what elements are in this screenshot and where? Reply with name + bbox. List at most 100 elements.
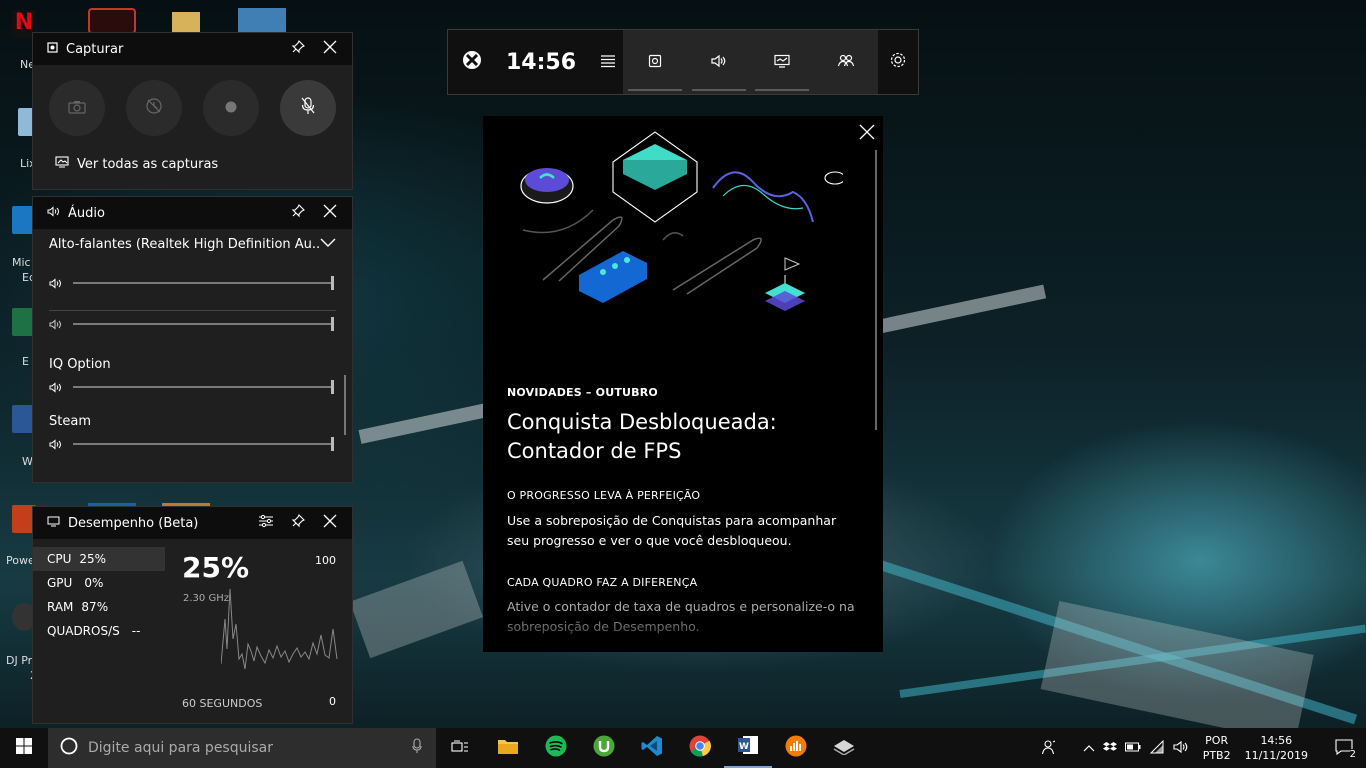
system-tray: POR PTB2 14:56 11/11/2019 2 xyxy=(1041,728,1366,768)
taskbar-spotify[interactable] xyxy=(532,728,580,768)
audio-device-select[interactable]: Alto-falantes (Realtek High Definition A… xyxy=(33,229,352,252)
app-volume-row xyxy=(33,435,352,453)
metric-label: RAM xyxy=(47,600,74,614)
capture-panel: Capturar Ver todas as capturas xyxy=(32,32,353,190)
options-button[interactable] xyxy=(254,511,278,535)
record-last-button[interactable] xyxy=(126,80,182,136)
section-body: Use a sobreposição de Conquistas para ac… xyxy=(507,513,837,548)
close-button[interactable] xyxy=(318,511,342,535)
task-view-button[interactable] xyxy=(436,728,484,768)
system-sounds-icon[interactable] xyxy=(49,315,63,334)
capture-widget-button[interactable] xyxy=(626,30,684,94)
iq-option-volume-slider[interactable] xyxy=(73,380,334,394)
language-indicator[interactable]: POR PTB2 xyxy=(1203,733,1231,763)
mic-off-icon xyxy=(300,97,316,119)
desktop-icon-label: Powe xyxy=(6,554,35,567)
metric-value: 87% xyxy=(81,600,109,614)
pin-button[interactable] xyxy=(286,37,310,61)
pin-icon xyxy=(291,40,305,58)
wifi-icon[interactable] xyxy=(1149,739,1165,757)
close-button[interactable] xyxy=(318,201,342,225)
action-center-button[interactable]: 2 xyxy=(1322,728,1366,768)
speaker-icon xyxy=(47,205,60,221)
keyboard-layout: PTB2 xyxy=(1202,749,1231,762)
performance-panel-title: Desempenho (Beta) xyxy=(68,515,199,531)
metric-ram[interactable]: RAM 87% xyxy=(33,595,165,619)
volume-icon[interactable] xyxy=(1173,740,1189,757)
folder-desktop-icon[interactable] xyxy=(172,12,200,34)
audio-scrollbar[interactable] xyxy=(344,375,346,435)
metric-fps[interactable]: QUADROS/S -- xyxy=(33,619,165,643)
steam-volume-slider[interactable] xyxy=(73,437,334,451)
iq-option-icon xyxy=(785,735,807,761)
slider-thumb[interactable] xyxy=(331,276,334,290)
audio-panel-header[interactable]: Áudio xyxy=(33,197,352,229)
game-bar-widgets xyxy=(623,30,878,94)
taskbar-vscode[interactable] xyxy=(628,728,676,768)
menu-icon[interactable] xyxy=(600,53,616,72)
capture-panel-title: Capturar xyxy=(66,41,124,57)
chevron-up-icon[interactable] xyxy=(1083,742,1095,755)
taskbar-utorrent[interactable] xyxy=(580,728,628,768)
vscode-icon xyxy=(641,735,663,761)
news-scrollbar[interactable] xyxy=(875,150,877,430)
fade-overlay xyxy=(483,612,883,652)
taskbar-app[interactable] xyxy=(820,728,868,768)
settings-button[interactable] xyxy=(878,30,918,94)
search-box[interactable]: Digite aqui para pesquisar xyxy=(48,728,436,768)
clock[interactable]: 14:56 11/11/2019 xyxy=(1245,733,1308,763)
mic-toggle-button[interactable] xyxy=(280,80,336,136)
speaker-icon[interactable] xyxy=(49,274,63,293)
dropbox-icon[interactable] xyxy=(1102,741,1117,756)
xbox-icon[interactable] xyxy=(462,50,482,74)
view-all-captures-link[interactable]: Ver todas as capturas xyxy=(33,136,352,172)
metric-gpu[interactable]: GPU 0% xyxy=(33,571,165,595)
taskbar-iq-option[interactable] xyxy=(772,728,820,768)
pin-button[interactable] xyxy=(286,201,310,225)
notification-count: 2 xyxy=(1349,749,1356,760)
taskbar-chrome[interactable] xyxy=(676,728,724,768)
master-volume-slider[interactable] xyxy=(73,276,334,290)
word-icon: W xyxy=(737,735,759,759)
performance-metric-list: CPU 25% GPU 0% RAM 87% QUADROS/S -- xyxy=(33,547,165,643)
metric-value: 25% xyxy=(79,552,107,566)
game-bar-home: 14:56 xyxy=(448,30,623,94)
screenshot-button[interactable] xyxy=(49,80,105,136)
taskbar-file-explorer[interactable] xyxy=(484,728,532,768)
app-name-steam: Steam xyxy=(49,414,91,429)
folder-icon xyxy=(497,737,519,759)
metric-cpu[interactable]: CPU 25% xyxy=(33,547,165,571)
performance-widget-button[interactable] xyxy=(753,30,811,94)
speaker-icon[interactable] xyxy=(49,435,63,454)
desktop-icon-label: Mic xyxy=(12,256,31,269)
close-button[interactable] xyxy=(859,124,875,144)
pin-icon xyxy=(291,514,305,532)
slider-thumb[interactable] xyxy=(331,380,334,394)
top-desktop-icon[interactable] xyxy=(88,8,136,34)
start-recording-button[interactable] xyxy=(203,80,259,136)
slider-thumb[interactable] xyxy=(331,437,334,451)
performance-panel-header[interactable]: Desempenho (Beta) xyxy=(33,507,352,539)
taskbar-word[interactable]: W xyxy=(724,728,772,768)
social-widget-button[interactable] xyxy=(817,30,875,94)
audio-widget-button[interactable] xyxy=(690,30,748,94)
microphone-icon[interactable] xyxy=(412,738,422,758)
news-panel: NOVIDADES – OUTUBRO Conquista Desbloquea… xyxy=(483,116,883,652)
divider xyxy=(49,310,336,311)
battery-icon[interactable] xyxy=(1124,742,1141,755)
capture-panel-header[interactable]: Capturar xyxy=(33,33,352,65)
system-volume-slider[interactable] xyxy=(73,317,334,331)
speaker-icon[interactable] xyxy=(49,378,63,397)
system-volume-row xyxy=(33,315,352,333)
capture-icon xyxy=(648,53,662,72)
game-desktop-icon[interactable] xyxy=(238,8,286,34)
people-icon[interactable] xyxy=(1041,739,1057,758)
slider-thumb[interactable] xyxy=(331,317,334,331)
news-kicker: NOVIDADES – OUTUBRO xyxy=(507,386,658,399)
close-button[interactable] xyxy=(318,37,342,61)
close-icon xyxy=(859,124,875,144)
pin-button[interactable] xyxy=(286,511,310,535)
clock-date: 11/11/2019 xyxy=(1244,749,1308,762)
start-button[interactable] xyxy=(0,728,48,768)
metric-label: QUADROS/S xyxy=(47,624,120,638)
